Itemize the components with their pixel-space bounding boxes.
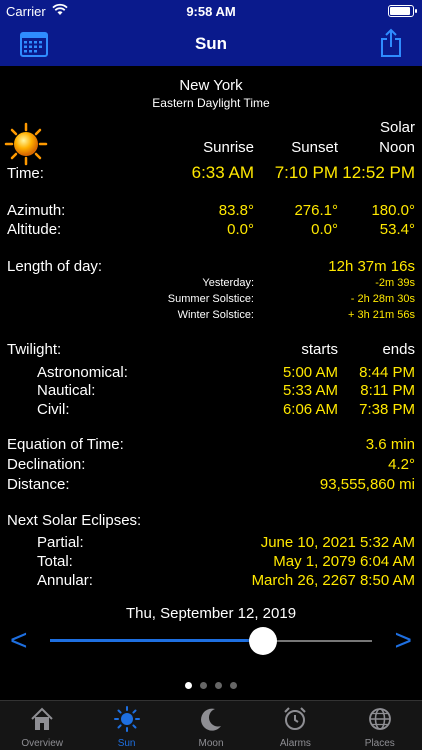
- tab-alarms-label: Alarms: [279, 738, 311, 749]
- tab-sun[interactable]: Sun: [84, 701, 168, 750]
- altitude-sunrise: 0.0°: [227, 221, 254, 238]
- twilight-ends-header: ends: [382, 341, 415, 358]
- yesterday-label: Yesterday:: [202, 277, 254, 289]
- altitude-noon: 53.4°: [379, 221, 415, 238]
- sunset-time: 7:10 PM: [274, 163, 338, 182]
- prev-day-button[interactable]: <: [10, 624, 28, 658]
- partial-label: Partial:: [37, 534, 84, 551]
- page-dot[interactable]: [215, 682, 222, 689]
- winter-label: Winter Solstice:: [177, 309, 254, 321]
- eot-label: Equation of Time:: [7, 436, 124, 453]
- partial-value: June 10, 2021 5:32 AM: [260, 534, 415, 551]
- status-time: 9:58 AM: [186, 4, 236, 19]
- length-value: 12h 37m 16s: [328, 258, 415, 275]
- distance-label: Distance:: [7, 476, 70, 493]
- page-title: Sun: [194, 34, 228, 53]
- tab-alarms[interactable]: Alarms: [253, 701, 337, 750]
- date-slider-fill: [50, 639, 263, 642]
- header-sunrise: Sunrise: [203, 139, 254, 156]
- azimuth-sunrise: 83.8°: [218, 202, 254, 219]
- length-label: Length of day:: [7, 258, 103, 275]
- page-dot[interactable]: [200, 682, 207, 689]
- city-name: New York: [179, 77, 243, 94]
- time-label: Time:: [7, 165, 44, 182]
- azimuth-sunset: 276.1°: [294, 202, 338, 219]
- battery-icon: [388, 5, 417, 17]
- twilight-starts-header: starts: [301, 341, 338, 358]
- header-sunset: Sunset: [291, 139, 338, 156]
- alarm-clock-icon: [284, 707, 307, 730]
- globe-icon: [368, 708, 391, 730]
- header-noon: Noon: [379, 139, 415, 156]
- timezone-label: Eastern Daylight Time: [152, 96, 270, 110]
- tab-overview-label: Overview: [21, 738, 64, 749]
- altitude-label: Altitude:: [7, 221, 62, 238]
- next-day-button[interactable]: >: [394, 624, 412, 658]
- noon-time: 12:52 PM: [342, 163, 415, 182]
- azimuth-label: Azimuth:: [7, 202, 66, 219]
- distance-value: 93,555,860 mi: [319, 476, 415, 493]
- annular-value: March 26, 2267 8:50 AM: [251, 572, 415, 589]
- page-indicator[interactable]: [0, 676, 422, 694]
- moon-icon: [201, 708, 221, 731]
- altitude-sunset: 0.0°: [311, 221, 338, 238]
- sun-icon: [4, 122, 48, 171]
- total-label: Total:: [37, 553, 73, 570]
- twilight-label: Twilight:: [7, 341, 62, 358]
- share-icon[interactable]: [380, 28, 402, 63]
- summer-label: Summer Solstice:: [167, 293, 254, 305]
- azimuth-noon: 180.0°: [371, 202, 415, 219]
- declination-label: Declination:: [7, 456, 86, 473]
- nautical-label: Nautical:: [37, 382, 96, 399]
- tab-moon-label: Moon: [198, 738, 224, 749]
- house-icon: [31, 707, 53, 730]
- astronomical-end: 8:44 PM: [359, 364, 415, 381]
- tab-sun-label: Sun: [117, 738, 136, 749]
- nautical-start: 5:33 AM: [282, 382, 338, 399]
- header-solar: Solar: [379, 119, 415, 136]
- sunrise-time: 6:33 AM: [191, 163, 254, 182]
- sun-icon: [113, 706, 140, 732]
- tab-places-label: Places: [364, 738, 395, 749]
- civil-end: 7:38 PM: [359, 401, 415, 418]
- astronomical-label: Astronomical:: [37, 364, 128, 381]
- annular-label: Annular:: [37, 572, 93, 589]
- page-dot[interactable]: [230, 682, 237, 689]
- eclipses-label: Next Solar Eclipses:: [7, 512, 142, 529]
- navigation-bar: Sun: [0, 22, 422, 66]
- tab-bar: Overview Sun Moon Alarms Places: [0, 700, 422, 750]
- declination-value: 4.2°: [388, 456, 415, 473]
- tab-overview[interactable]: Overview: [0, 701, 84, 750]
- yesterday-value: -2m 39s: [375, 277, 415, 289]
- civil-start: 6:06 AM: [282, 401, 338, 418]
- status-bar: Carrier 9:58 AM: [0, 0, 422, 22]
- page-dot[interactable]: [185, 682, 192, 689]
- date-slider-thumb[interactable]: [248, 627, 277, 655]
- tab-moon[interactable]: Moon: [169, 701, 253, 750]
- civil-label: Civil:: [37, 401, 70, 418]
- summer-value: - 2h 28m 30s: [350, 293, 415, 305]
- eot-value: 3.6 min: [365, 436, 415, 453]
- winter-value: + 3h 21m 56s: [348, 309, 415, 321]
- nautical-end: 8:11 PM: [360, 382, 415, 399]
- date-label: Thu, September 12, 2019: [125, 605, 297, 622]
- astronomical-start: 5:00 AM: [282, 364, 338, 381]
- tab-places[interactable]: Places: [338, 701, 422, 750]
- total-value: May 1, 2079 6:04 AM: [273, 553, 415, 570]
